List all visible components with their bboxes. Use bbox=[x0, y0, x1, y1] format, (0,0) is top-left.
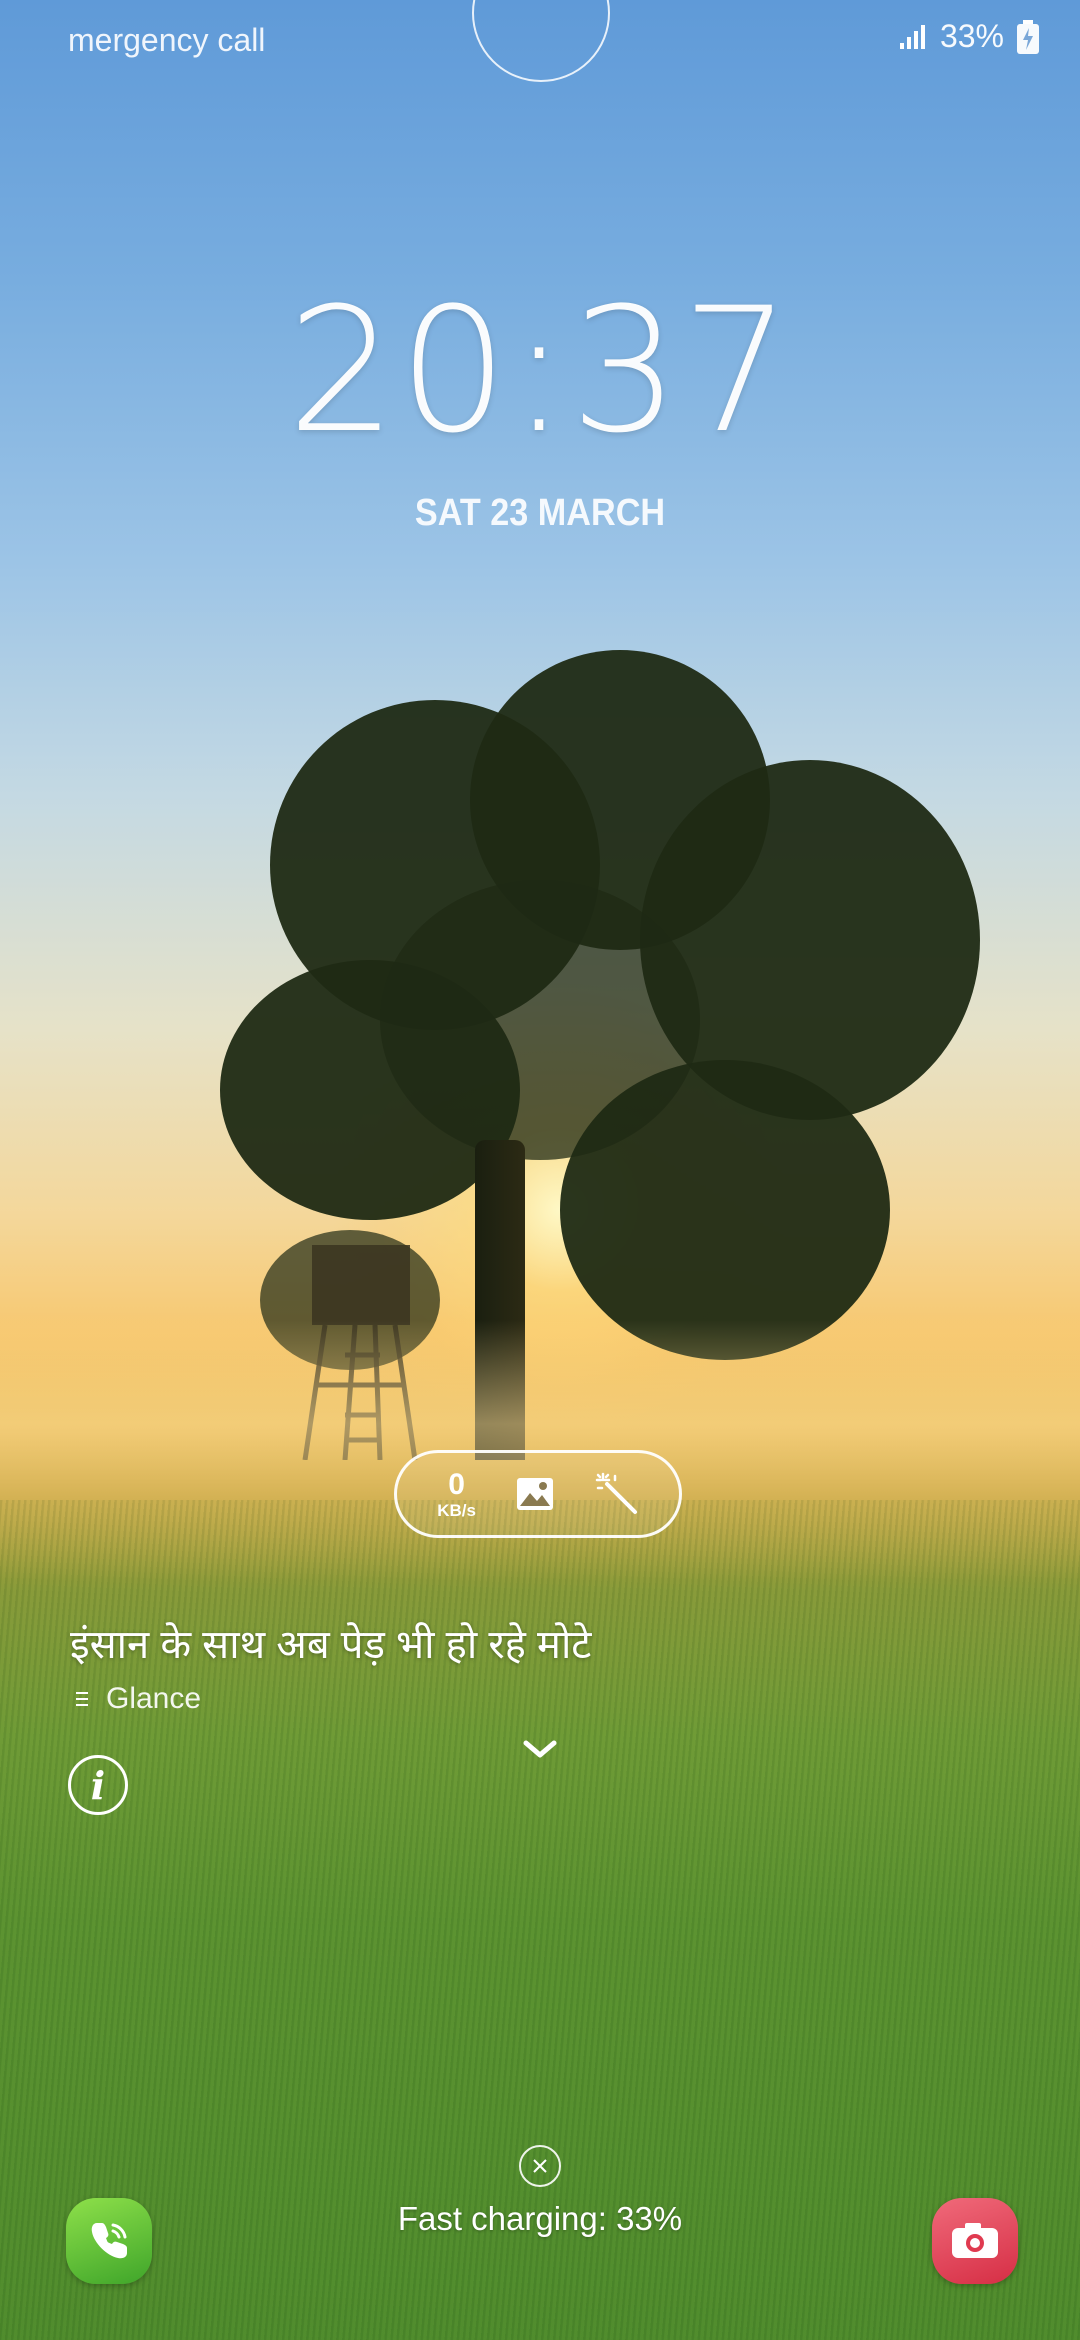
lockscreen-date: SAT 23 MARCH bbox=[414, 492, 666, 534]
charging-status: Fast charging: 33% bbox=[397, 2200, 683, 2237]
chevron-down-icon[interactable] bbox=[520, 1735, 560, 1765]
camera-icon bbox=[952, 2223, 998, 2258]
menu-lines-icon bbox=[76, 1692, 88, 1706]
glance-source-label: Glance bbox=[106, 1682, 202, 1715]
phone-icon bbox=[91, 2223, 127, 2259]
close-icon[interactable] bbox=[519, 2145, 561, 2187]
tree-canopy bbox=[380, 880, 700, 1160]
camera-cutout bbox=[472, 0, 610, 82]
battery-percentage: 33% bbox=[939, 18, 1004, 54]
network-speed: 0 KB/s bbox=[437, 1467, 476, 1520]
gallery-icon[interactable] bbox=[516, 1477, 554, 1511]
lockscreen-clock: 20:37 bbox=[287, 270, 793, 471]
network-speed-unit: KB/s bbox=[437, 1500, 476, 1520]
magic-wand-icon[interactable] bbox=[595, 1472, 639, 1516]
emergency-call-link[interactable]: mergency call bbox=[68, 22, 265, 59]
camera-shortcut[interactable] bbox=[932, 2198, 1018, 2284]
battery-charging-icon bbox=[1017, 19, 1039, 54]
hunting-stand bbox=[312, 1245, 410, 1325]
status-icons: 33% bbox=[898, 18, 1040, 55]
info-icon[interactable]: i bbox=[68, 1755, 128, 1815]
lockscreen: mergency call 33% 20:37 SAT 23 MARCH 0 K… bbox=[0, 0, 1080, 2340]
signal-icon bbox=[899, 24, 925, 49]
glance-headline[interactable]: इंसान के साथ अब पेड़ भी हो रहे मोटे bbox=[70, 1615, 591, 1670]
phone-shortcut[interactable] bbox=[66, 2198, 152, 2284]
network-speed-value: 0 bbox=[448, 1467, 465, 1501]
glance-source[interactable]: Glance bbox=[74, 1682, 201, 1716]
glance-quick-pill[interactable]: 0 KB/s bbox=[394, 1450, 682, 1538]
